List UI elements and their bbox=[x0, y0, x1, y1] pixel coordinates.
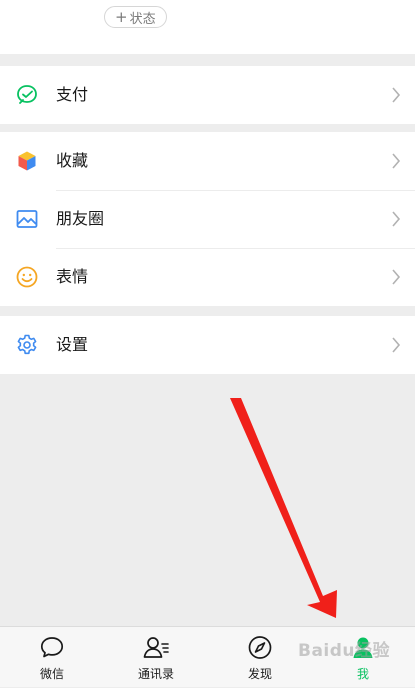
plus-icon: + bbox=[115, 7, 128, 26]
menu-item-moments[interactable]: 朋友圈 bbox=[0, 190, 415, 248]
tab-discover[interactable]: 发现 bbox=[208, 627, 312, 688]
tab-chats[interactable]: 微信 bbox=[0, 627, 104, 688]
content-group: 收藏 朋友圈 表情 bbox=[0, 132, 415, 306]
menu-item-moments-label: 朋友圈 bbox=[56, 209, 105, 228]
chevron-right-icon bbox=[392, 153, 401, 169]
add-status-button[interactable]: + 状态 bbox=[104, 6, 167, 28]
pay-group: 支付 bbox=[0, 66, 415, 124]
menu-item-settings-label: 设置 bbox=[56, 335, 89, 354]
tab-me-label: 我 bbox=[356, 667, 369, 681]
menu-item-settings[interactable]: 设置 bbox=[0, 316, 415, 374]
chevron-right-icon bbox=[392, 211, 401, 227]
compass-icon bbox=[248, 636, 272, 659]
tab-chats-label: 微信 bbox=[39, 667, 64, 681]
menu-item-stickers[interactable]: 表情 bbox=[0, 248, 415, 306]
settings-group: 设置 bbox=[0, 316, 415, 374]
chevron-right-icon bbox=[392, 337, 401, 353]
menu-item-favorites[interactable]: 收藏 bbox=[0, 132, 415, 190]
menu-item-favorites-label: 收藏 bbox=[56, 151, 89, 170]
tab-discover-label: 发现 bbox=[247, 667, 272, 681]
moments-image-icon bbox=[16, 210, 38, 228]
menu-item-pay-label: 支付 bbox=[56, 85, 89, 104]
tab-contacts[interactable]: 通讯录 bbox=[104, 627, 208, 688]
pay-icon bbox=[17, 85, 37, 104]
status-label: 状态 bbox=[129, 11, 156, 27]
chevron-right-icon bbox=[392, 87, 401, 103]
menu-item-pay[interactable]: 支付 bbox=[0, 66, 415, 124]
gear-icon bbox=[17, 334, 37, 355]
watermark: Baidu经验 bbox=[298, 641, 391, 661]
chevron-right-icon bbox=[392, 269, 401, 285]
profile-card-bottom: + 状态 bbox=[0, 0, 415, 54]
menu-item-stickers-label: 表情 bbox=[56, 267, 89, 286]
contacts-icon bbox=[143, 637, 169, 658]
tab-contacts-label: 通讯录 bbox=[137, 667, 174, 681]
favorites-cube-icon bbox=[18, 151, 36, 171]
smiley-icon bbox=[16, 266, 38, 288]
chat-bubble-icon bbox=[40, 637, 64, 658]
